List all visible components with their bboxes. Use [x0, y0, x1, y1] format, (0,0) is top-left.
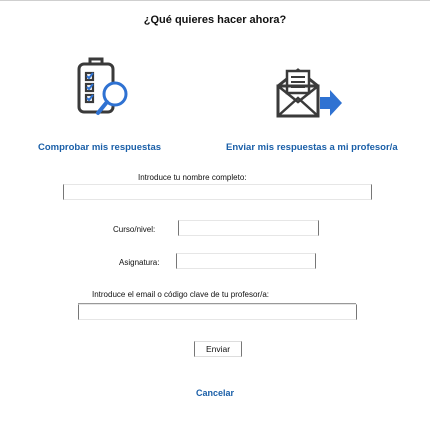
name-label: Introduce tu nombre completo:: [138, 173, 247, 182]
course-field[interactable]: [178, 220, 319, 236]
envelope-arrow-icon[interactable]: [268, 50, 346, 130]
send-to-teacher-link[interactable]: Enviar mis respuestas a mi profesor/a: [226, 142, 398, 153]
top-divider: [0, 0, 430, 1]
course-label: Curso/nivel:: [113, 225, 156, 234]
clipboard-checklist-magnifier-icon[interactable]: [73, 50, 133, 130]
cancel-link[interactable]: Cancelar: [0, 388, 430, 398]
subject-field[interactable]: [176, 253, 316, 269]
submit-button[interactable]: Enviar: [194, 341, 242, 357]
name-field[interactable]: [63, 184, 372, 200]
dialog-title: ¿Qué quieres hacer ahora?: [143, 14, 287, 26]
subject-label: Asignatura:: [119, 258, 160, 267]
check-answers-link[interactable]: Comprobar mis respuestas: [38, 142, 161, 153]
teacher-email-label: Introduce el email o código clave de tu …: [92, 290, 269, 299]
teacher-email-field[interactable]: [78, 304, 357, 320]
